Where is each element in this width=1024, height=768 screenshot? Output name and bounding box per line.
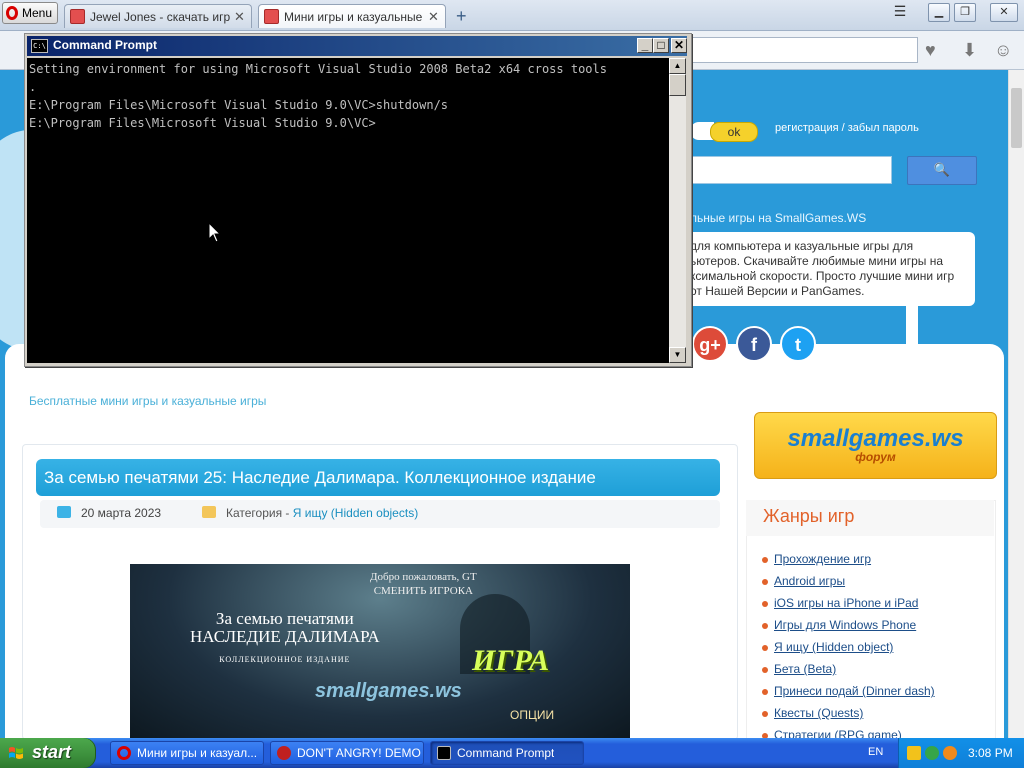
task-label: Command Prompt	[457, 746, 555, 760]
search-input[interactable]	[690, 156, 892, 184]
cmd-title: Command Prompt	[53, 38, 158, 52]
menu-label: Menu	[22, 6, 53, 20]
category-link[interactable]: Я ищу (Hidden objects)	[293, 506, 418, 520]
login-ok-button[interactable]: ok	[710, 122, 758, 142]
article-category: Категория - Я ищу (Hidden objects)	[226, 506, 419, 520]
task-label: Мини игры и казуал...	[137, 746, 258, 760]
genre-link[interactable]: Квесты (Quests)	[762, 706, 863, 720]
address-field[interactable]	[690, 37, 918, 63]
taskbar-item-game[interactable]: DON'T ANGRY! DEMO	[270, 741, 424, 765]
mouse-cursor-icon	[209, 223, 221, 243]
opera-logo-icon	[6, 6, 18, 20]
genre-link[interactable]: Игры для Windows Phone	[762, 618, 916, 632]
genre-link[interactable]: Бета (Beta)	[762, 662, 836, 676]
tab-mini-games[interactable]: Мини игры и казуальные иг ✕	[258, 4, 446, 28]
console-line: .	[29, 80, 37, 94]
genres-title: Жанры игр	[763, 506, 855, 526]
plus-icon[interactable]: +	[456, 6, 467, 27]
tab-menu-icon[interactable]: ☰	[890, 3, 910, 20]
genre-link[interactable]: Прохождение игр	[762, 552, 871, 566]
console-line: E:\Program Files\Microsoft Visual Studio…	[29, 116, 376, 130]
genre-link[interactable]: Принеси подай (Dinner dash)	[762, 684, 935, 698]
account-icon[interactable]: ☺	[994, 40, 1012, 61]
minimize-icon[interactable]: _	[637, 38, 653, 53]
start-label: start	[32, 742, 72, 762]
register-forgot-link[interactable]: регистрация / забыл пароль	[775, 122, 919, 134]
taskbar-item-opera[interactable]: Мини игры и казуал...	[110, 741, 264, 765]
command-prompt-window[interactable]: C:\ Command Prompt _ □ ✕ Setting environ…	[24, 33, 692, 367]
forum-banner[interactable]: smallgames.ws форум	[754, 412, 997, 479]
folder-icon	[202, 506, 216, 518]
game-welcome-text: Добро пожаловать, GT СМЕНИТЬ ИГРОКА	[370, 571, 477, 597]
facebook-icon[interactable]: f	[736, 326, 772, 362]
cmd-icon: C:\	[31, 39, 48, 53]
game-play-label: ИГРА	[472, 644, 550, 677]
task-label: DON'T ANGRY! DEMO	[297, 746, 421, 760]
windows-logo-icon	[9, 747, 23, 759]
site-description: для компьютера и казуальные игры для ьют…	[680, 232, 975, 306]
close-tab-icon[interactable]: ✕	[234, 9, 245, 25]
article-date: 20 марта 2023	[81, 506, 162, 520]
free-games-heading: Бесплатные мини игры и казуальные игры	[29, 394, 267, 408]
cmd-icon	[437, 746, 451, 760]
start-button[interactable]: start	[0, 738, 96, 768]
heart-icon[interactable]: ♥	[925, 40, 936, 61]
google-plus-icon[interactable]: g+	[692, 326, 728, 362]
calendar-icon	[57, 506, 71, 518]
network-icon[interactable]	[925, 746, 939, 760]
console-line: Setting environment for using Microsoft …	[29, 62, 607, 76]
windows-taskbar: start Мини игры и казуал... DON'T ANGRY!…	[0, 738, 1024, 768]
scroll-up-icon[interactable]: ▲	[669, 58, 686, 74]
game-options-label: ОПЦИИ	[510, 708, 555, 722]
browser-tab-bar: Menu Jewel Jones - скачать игру ✕ Мини и…	[0, 0, 1024, 31]
taskbar-item-cmd[interactable]: Command Prompt	[430, 741, 584, 765]
opera-menu-button[interactable]: Menu	[2, 2, 58, 24]
search-button[interactable]: 🔍	[907, 156, 977, 185]
game-screenshot[interactable]: Добро пожаловать, GT СМЕНИТЬ ИГРОКА За се…	[130, 564, 630, 738]
close-window-icon[interactable]: ✕	[990, 3, 1018, 22]
maximize-icon[interactable]: □	[653, 38, 669, 53]
game-logo-title: За семью печатями НАСЛЕДИЕ ДАЛИМАРА КОЛЛЕК…	[190, 609, 380, 665]
genre-link[interactable]: Я ищу (Hidden object)	[762, 640, 893, 654]
cmd-scrollbar[interactable]: ▲ ▼	[669, 58, 686, 363]
site-favicon-icon	[264, 9, 279, 24]
twitter-icon[interactable]: t	[780, 326, 816, 362]
tab-label: Jewel Jones - скачать игру	[90, 9, 230, 24]
cmd-title-bar[interactable]: C:\ Command Prompt _ □ ✕	[27, 36, 687, 56]
image-watermark: smallgames.ws	[315, 680, 462, 702]
article-title[interactable]: За семью печатями 25: Наследие Далимара.…	[36, 459, 720, 496]
site-slogan: льные игры на SmallGames.WS	[690, 211, 867, 225]
forum-logo: smallgames.ws	[787, 425, 964, 452]
site-favicon-icon	[70, 9, 85, 24]
scroll-down-icon[interactable]: ▼	[669, 347, 686, 363]
scrollbar-thumb[interactable]	[669, 74, 686, 96]
game-icon	[277, 746, 291, 760]
minimize-icon[interactable]: ▁	[928, 3, 950, 22]
maximize-icon[interactable]: ❐	[954, 3, 976, 22]
search-icon: 🔍	[933, 162, 951, 177]
security-shield-icon[interactable]	[907, 746, 921, 760]
download-icon[interactable]: ⬇	[962, 40, 977, 61]
search-tray-icon[interactable]	[943, 746, 957, 760]
tab-jewel-jones[interactable]: Jewel Jones - скачать игру ✕	[64, 4, 252, 28]
tab-label: Мини игры и казуальные иг	[284, 9, 424, 24]
genre-link[interactable]: iOS игры на iPhone и iPad	[762, 596, 918, 610]
taskbar-clock: 3:08 PM	[968, 746, 1013, 760]
opera-icon	[117, 746, 131, 760]
scrollbar-thumb[interactable]	[1011, 88, 1022, 148]
close-tab-icon[interactable]: ✕	[428, 9, 439, 25]
forum-sub: форум	[855, 450, 896, 464]
page-scrollbar[interactable]	[1008, 70, 1024, 738]
language-indicator[interactable]: EN	[868, 746, 883, 758]
cmd-console[interactable]: Setting environment for using Microsoft …	[27, 58, 669, 363]
close-icon[interactable]: ✕	[671, 38, 687, 53]
console-line: E:\Program Files\Microsoft Visual Studio…	[29, 98, 449, 112]
genre-link[interactable]: Android игры	[762, 574, 845, 588]
